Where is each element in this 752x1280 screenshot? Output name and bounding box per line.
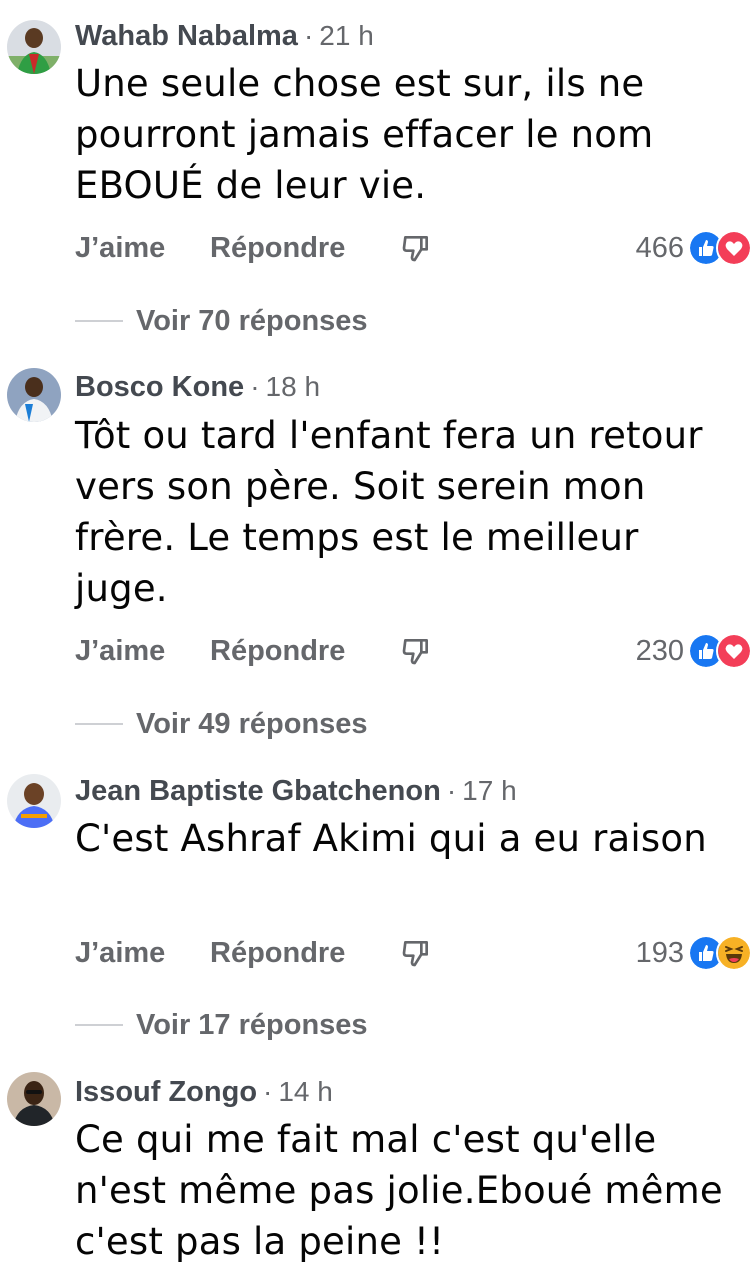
reaction-summary[interactable]: 466 — [636, 226, 752, 270]
separator-dot: · — [263, 1076, 273, 1107]
love-icon — [716, 633, 752, 669]
like-button[interactable]: J’aime — [75, 226, 165, 270]
comment-header: Issouf Zongo · 14 h — [75, 1072, 333, 1112]
comment-text: Tôt ou tard l'enfant fera un retour vers… — [75, 414, 703, 610]
avatar[interactable] — [7, 20, 61, 74]
haha-icon — [716, 935, 752, 971]
author-name[interactable]: Issouf Zongo — [75, 1076, 257, 1108]
author-name[interactable]: Bosco Kone — [75, 371, 244, 403]
view-replies-label[interactable]: Voir 70 réponses — [136, 301, 368, 341]
reaction-summary[interactable]: 230 — [636, 629, 752, 673]
timestamp[interactable]: 18 h — [266, 371, 321, 402]
thumbs-down-icon[interactable] — [400, 635, 432, 667]
author-name[interactable]: Wahab Nabalma — [75, 20, 298, 52]
reply-thread-line — [75, 320, 123, 322]
avatar[interactable] — [7, 774, 61, 828]
reply-thread-line — [75, 723, 123, 725]
comment-text: Ce qui me fait mal c'est qu'elle n'est m… — [75, 1118, 723, 1263]
timestamp[interactable]: 17 h — [462, 775, 517, 806]
like-button[interactable]: J’aime — [75, 629, 165, 673]
timestamp[interactable]: 14 h — [278, 1076, 333, 1107]
comment-actions: J’aime Répondre 193 — [75, 931, 752, 975]
reply-thread-line — [75, 1024, 123, 1026]
love-icon — [716, 230, 752, 266]
reaction-count: 466 — [635, 232, 684, 264]
view-replies-label[interactable]: Voir 17 réponses — [136, 1005, 368, 1045]
reaction-count: 193 — [635, 937, 684, 969]
view-replies-label[interactable]: Voir 49 réponses — [136, 704, 368, 744]
reply-button[interactable]: Répondre — [210, 931, 345, 975]
reply-button[interactable]: Répondre — [210, 629, 345, 673]
timestamp[interactable]: 21 h — [319, 20, 374, 51]
separator-dot: · — [446, 775, 457, 806]
separator-dot: · — [303, 20, 314, 51]
comment-actions: J’aime Répondre 466 — [75, 226, 752, 270]
comment-actions: J’aime Répondre 230 — [75, 629, 752, 673]
thumbs-down-icon[interactable] — [400, 937, 432, 969]
reaction-count: 230 — [635, 635, 684, 667]
author-name[interactable]: Jean Baptiste Gbatchenon — [75, 775, 441, 807]
comment-header: Bosco Kone · 18 h — [75, 367, 320, 407]
avatar[interactable] — [7, 1072, 61, 1126]
comment-text: C'est Ashraf Akimi qui a eu raison — [75, 817, 707, 860]
like-button[interactable]: J’aime — [75, 931, 165, 975]
thumbs-down-icon[interactable] — [400, 232, 432, 264]
reply-button[interactable]: Répondre — [210, 226, 345, 270]
reaction-summary[interactable]: 193 — [636, 931, 752, 975]
comment-header: Wahab Nabalma · 21 h — [75, 16, 374, 56]
comment-header: Jean Baptiste Gbatchenon · 17 h — [75, 771, 517, 811]
comment-text: Une seule chose est sur, ils ne pourront… — [75, 62, 654, 207]
separator-dot: · — [250, 371, 260, 402]
avatar[interactable] — [7, 368, 61, 422]
